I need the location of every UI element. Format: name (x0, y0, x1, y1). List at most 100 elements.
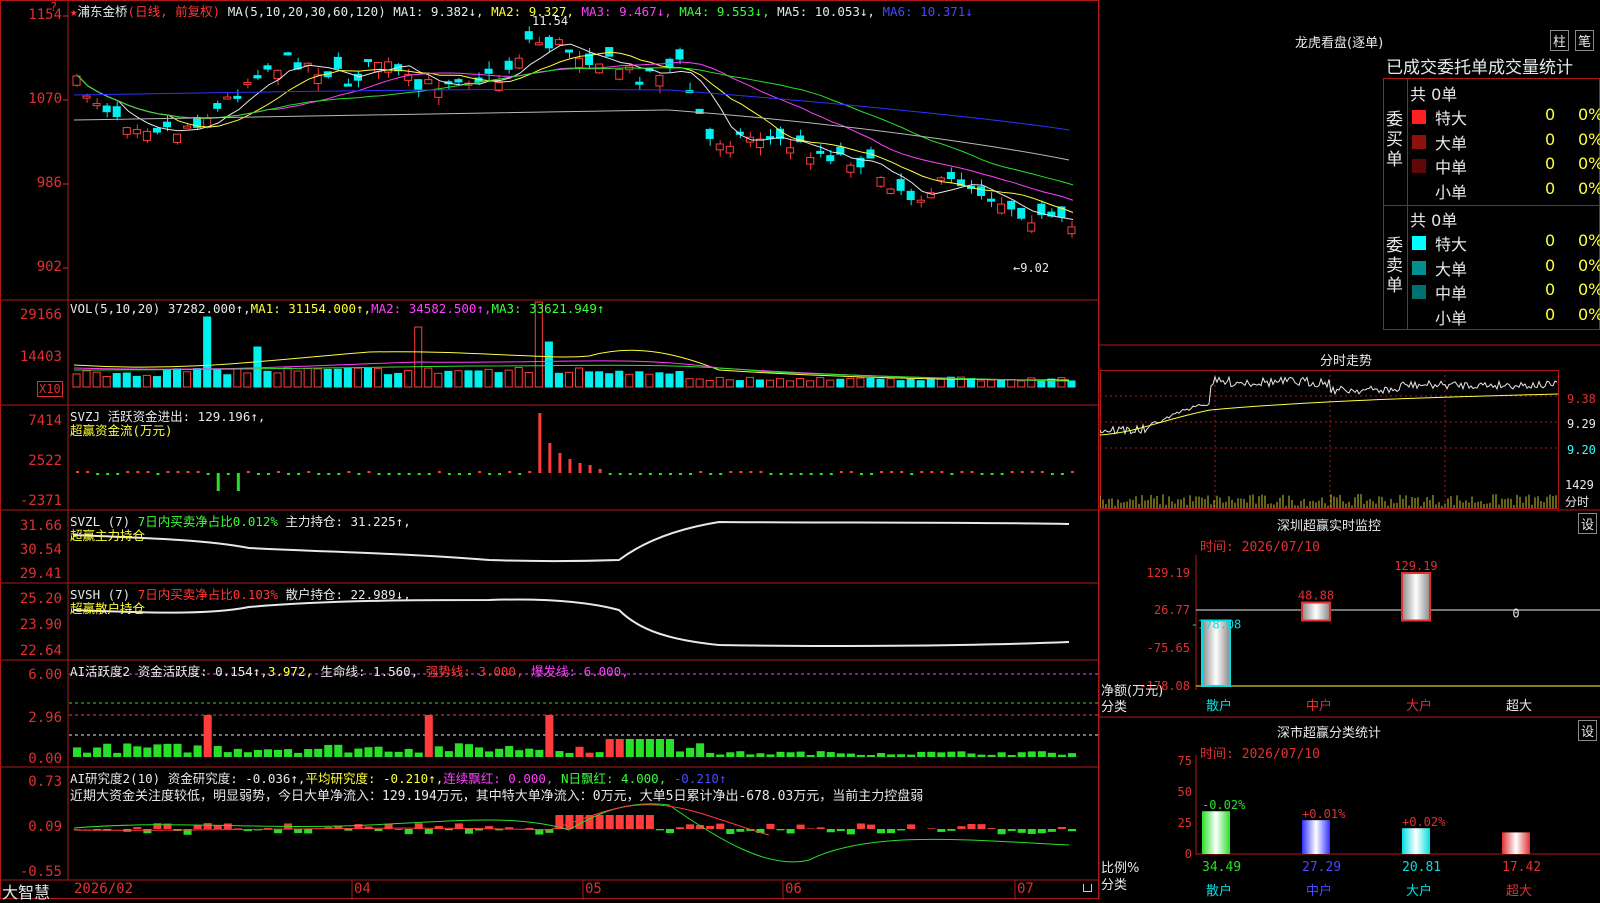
ai-research-note: 近期大资金关注度较低，明显弱势，今日大单净流入：129.194万元，其中特大单净… (70, 785, 923, 804)
ai-research-bar (133, 827, 141, 829)
vol-header: VOL(5,10,20) 37282.000↑,MA1: 31154.000↑,… (70, 301, 604, 316)
svzj-bar (528, 471, 531, 473)
ai-active-bar (937, 752, 945, 757)
kline-chart[interactable] (69, 0, 1098, 880)
ai-research-bar (425, 829, 433, 834)
ai-research-bar (656, 829, 664, 830)
svzj-bar (116, 473, 119, 475)
ai-research-v5: -0.210↑ (674, 771, 727, 786)
svzj-subtitle: 超赢资金流(万元) (70, 420, 173, 439)
vol-ma3: MA3: 33621.949↑ (491, 301, 604, 316)
ai-active-bar (204, 715, 212, 757)
ai-research-bar (375, 829, 383, 831)
candle (887, 189, 894, 193)
svzj-bar (277, 471, 280, 473)
svsh-tick: 22.64 (0, 643, 62, 659)
ai-active-bar (525, 749, 533, 757)
volume-bar (1038, 380, 1045, 387)
price-tick: 902 (0, 259, 62, 275)
ai-active-bar (897, 754, 905, 757)
sell-color-swatch (1412, 261, 1426, 275)
svzj-tick: 7414 (0, 413, 62, 429)
volume-bar (988, 380, 995, 387)
svzj-bar (920, 471, 923, 473)
ai-active-bar (917, 752, 925, 757)
ai-research-bar (988, 828, 996, 829)
classify-bar (1502, 832, 1530, 854)
ai-research-tick: 0.73 (0, 774, 62, 790)
volume-bar (746, 377, 753, 387)
volume-bar (1008, 380, 1015, 387)
volume-bar (73, 374, 80, 387)
monitor-category: 超大 (1506, 699, 1532, 714)
svzj-bar (729, 471, 732, 473)
volume-bar (274, 373, 281, 387)
low-price-label: ←9.02 (1013, 261, 1049, 275)
ai-active-bar (967, 754, 975, 757)
ai-active-bar (847, 754, 855, 757)
ai-active-bar (837, 753, 845, 757)
svzj-bar (548, 443, 551, 473)
volume-bar (827, 380, 834, 387)
ai-active-bar (696, 743, 704, 757)
ai-active-bar (907, 755, 915, 757)
candle (163, 122, 170, 127)
sell-row-n: 0 (1545, 280, 1555, 299)
svzj-bar (709, 473, 712, 475)
period-label[interactable]: (日线, 前复权) (128, 4, 221, 19)
ai-active-bar (1038, 751, 1046, 757)
vol-tick: 29166 (0, 307, 62, 323)
lock-icon[interactable] (1083, 884, 1092, 892)
candle (545, 37, 552, 47)
candle (143, 131, 150, 140)
volume-bar (123, 373, 130, 387)
pen-mode-button[interactable]: 笔 (1575, 30, 1594, 51)
candle (807, 157, 814, 164)
ai-active-bar (475, 747, 483, 757)
sell-color-swatch (1412, 285, 1426, 299)
svzj-bar (970, 471, 973, 473)
buy-row-p: 0% (1578, 130, 1600, 149)
svzj-bar (568, 459, 571, 473)
svzj-bar (317, 473, 320, 475)
volume-bar (1058, 378, 1065, 387)
buy-total: 共 0单 (1410, 81, 1457, 105)
ai-research-bar (897, 829, 905, 830)
candle (455, 80, 462, 82)
ai-active-bar (364, 747, 372, 757)
svzj-bar (719, 473, 722, 475)
candle (998, 204, 1005, 213)
candle (576, 58, 583, 67)
ai-active-bar (174, 744, 182, 757)
ai-active-tick: 6.00 (0, 667, 62, 683)
svzj-bar (649, 473, 652, 475)
volume-bar (284, 368, 291, 387)
classify-category: 中户 (1306, 883, 1332, 899)
classify-tick: 25 (1178, 816, 1192, 830)
ai-active-bar (827, 752, 835, 757)
bar-mode-button[interactable]: 柱 (1550, 30, 1569, 51)
monitor-settings-button[interactable]: 设 (1578, 513, 1597, 534)
volume-bar (857, 378, 864, 387)
ai-active-header: AI活跃度2 资金活跃度: 0.154↑,3.972, 生命线: 1.560, … (70, 661, 629, 680)
classify-settings-button[interactable]: 设 (1578, 720, 1597, 741)
svzj-bar (538, 413, 541, 473)
volume-bar (897, 381, 904, 387)
ai-research-bar (777, 829, 785, 830)
classify-category: 大户 (1406, 883, 1432, 899)
svzj-bar (820, 473, 823, 475)
candle (827, 156, 834, 161)
volume-bar (234, 369, 241, 387)
volume-bar (455, 371, 462, 387)
svsh-line (74, 599, 1069, 646)
ai-active-bar (274, 750, 282, 757)
ai-active-bar (887, 754, 895, 757)
buy-color-swatch (1412, 159, 1426, 173)
intraday-chart[interactable] (1100, 370, 1600, 510)
buy-row-p: 0% (1578, 105, 1600, 124)
svzj-bar (468, 473, 471, 475)
volume-bar (385, 375, 392, 387)
vol-value: 37282.000↑, (168, 301, 251, 316)
stock-name[interactable]: 浦东金桥 (78, 4, 128, 19)
volume-bar (475, 371, 482, 387)
